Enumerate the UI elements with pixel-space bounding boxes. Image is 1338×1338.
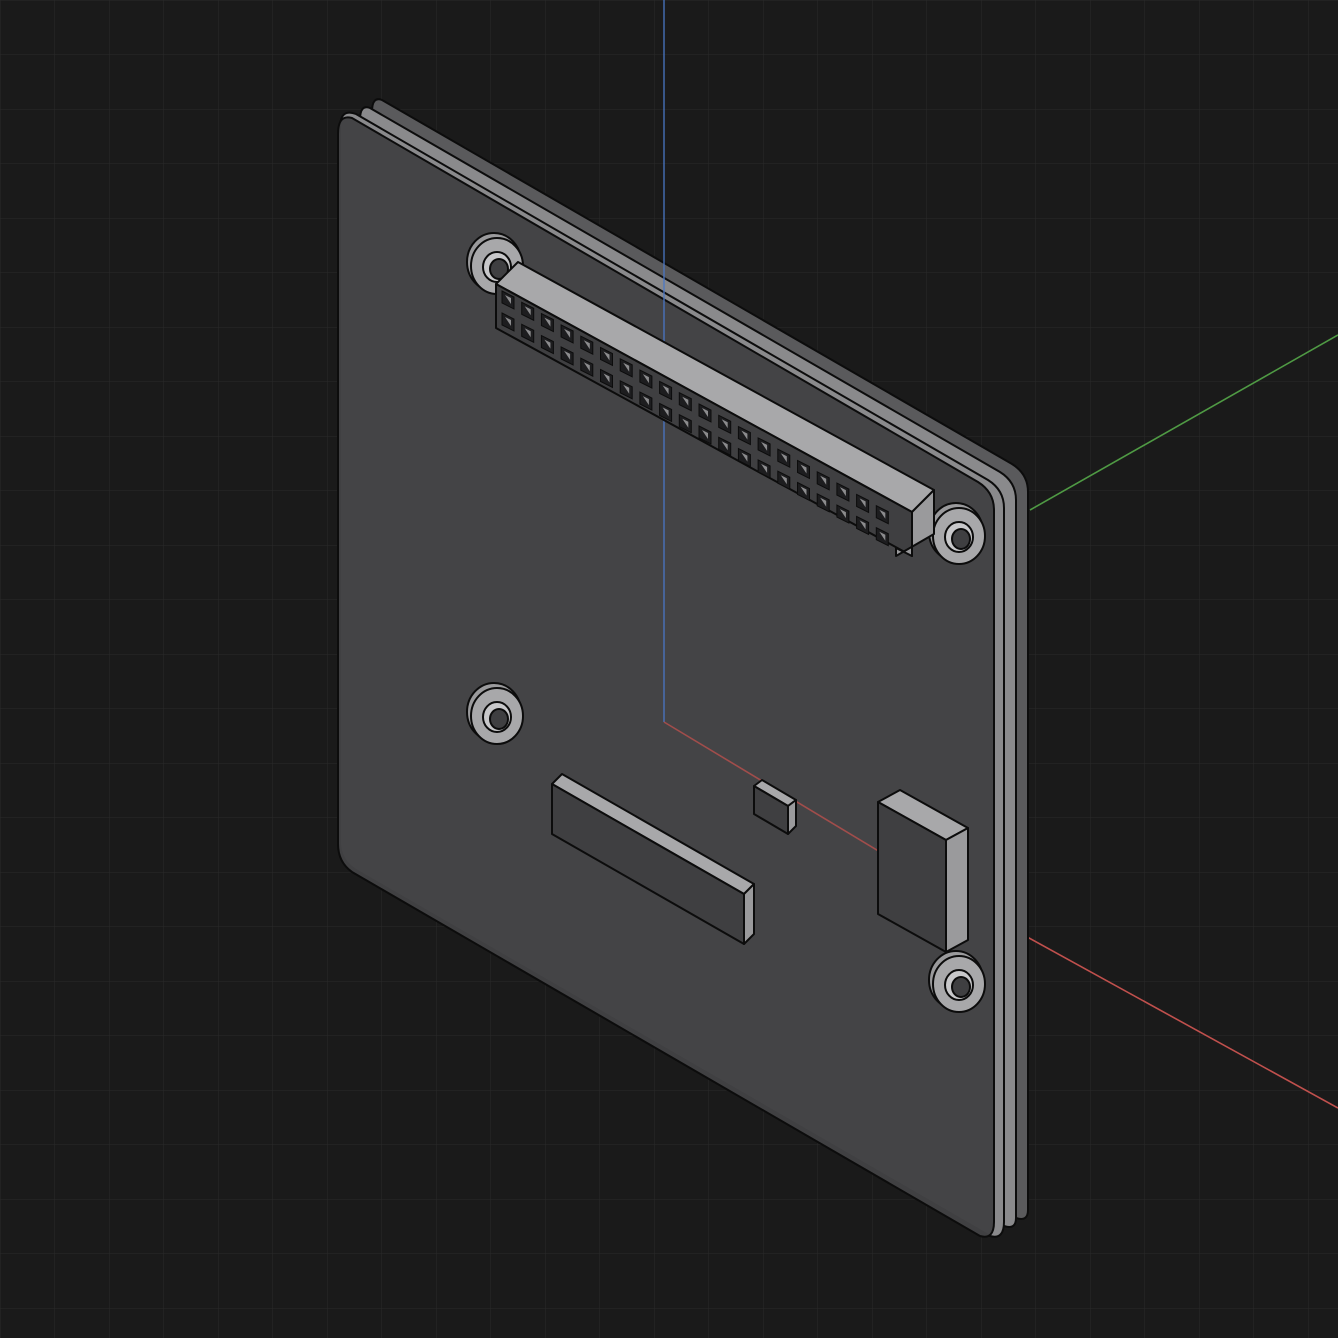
scene[interactable] — [0, 0, 1338, 1338]
3d-viewport[interactable] — [0, 0, 1338, 1338]
